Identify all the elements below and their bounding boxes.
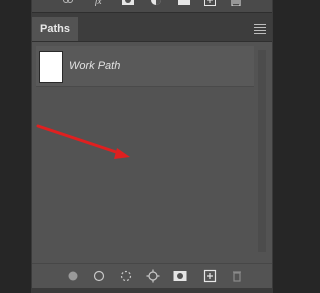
make-work-path-icon[interactable] <box>146 269 160 283</box>
folder-icon[interactable] <box>178 0 190 6</box>
panel-bottom-edge <box>32 288 272 293</box>
new-path-icon[interactable] <box>203 269 217 283</box>
paths-bottom-toolbar <box>32 263 272 288</box>
tab-paths[interactable]: Paths <box>32 17 78 41</box>
layers-toolbar-partial: fx <box>32 0 272 13</box>
delete-path-icon[interactable] <box>230 269 244 283</box>
add-mask-icon[interactable] <box>173 269 187 283</box>
link-icon[interactable] <box>62 0 74 6</box>
path-thumbnail <box>39 51 63 83</box>
fill-path-icon[interactable] <box>66 269 80 283</box>
panel-menu-icon[interactable] <box>254 24 266 34</box>
adjustment-icon[interactable] <box>150 0 162 6</box>
path-list: Work Path <box>36 46 266 258</box>
trash-icon[interactable] <box>230 0 242 6</box>
scrollbar[interactable] <box>258 50 266 252</box>
path-label: Work Path <box>69 60 121 72</box>
paths-panel: fx Paths Work Path <box>31 0 273 293</box>
load-selection-icon[interactable] <box>119 269 133 283</box>
mask-icon[interactable] <box>122 0 134 6</box>
svg-text:fx: fx <box>95 0 102 6</box>
panel-tabbar: Paths <box>32 13 272 42</box>
stroke-path-icon[interactable] <box>92 269 106 283</box>
path-item-work-path[interactable]: Work Path <box>36 46 254 87</box>
new-layer-icon[interactable] <box>204 0 216 6</box>
fx-icon[interactable]: fx <box>94 0 106 6</box>
